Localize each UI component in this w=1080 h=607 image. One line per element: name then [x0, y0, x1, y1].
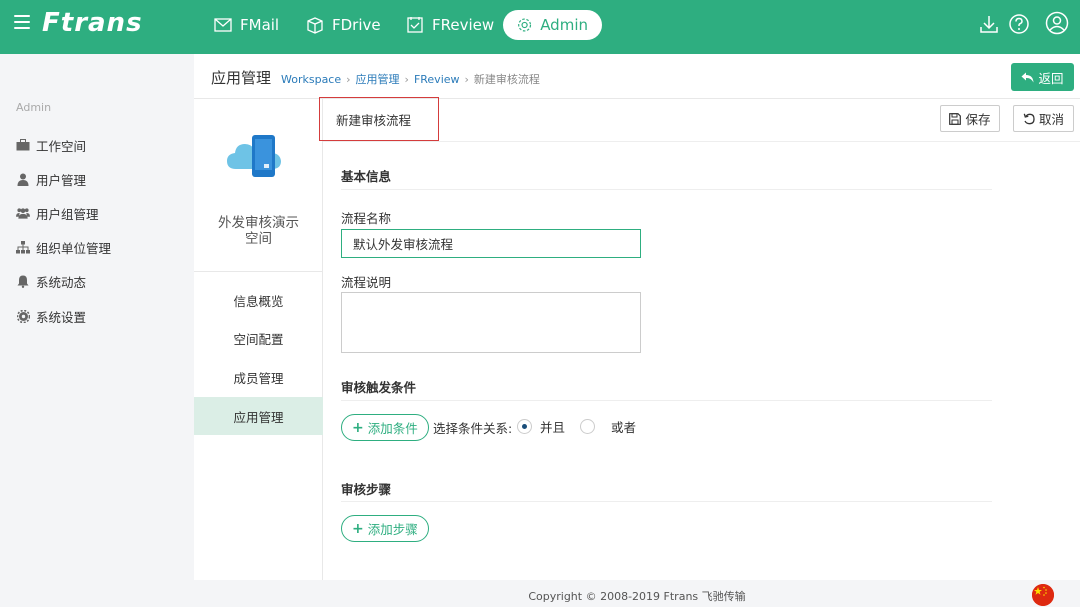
sidebar-item-label: 系统动态	[36, 274, 87, 290]
top-bar: Ftrans FMail FDrive FReview Admin	[0, 0, 1080, 54]
user-icon	[16, 172, 30, 186]
menu-icon[interactable]	[14, 15, 30, 29]
process-description-textarea[interactable]	[341, 292, 641, 353]
nav-freview-label: FReview	[432, 16, 495, 34]
back-button[interactable]: 返回	[1011, 63, 1074, 91]
nav-fmail-label: FMail	[240, 16, 280, 34]
sidebar-item-user-groups[interactable]: 用户组管理	[16, 203, 99, 223]
page-title: 应用管理	[211, 69, 272, 87]
section-trigger-conditions: 审核触发条件	[341, 380, 417, 395]
section-review-steps: 审核步骤	[341, 482, 392, 497]
divider	[341, 501, 992, 502]
sidebar: Admin 工作空间 用户管理 用户组管理 组织单位管理 系统动态 系统设置	[0, 54, 194, 607]
radio-or-label: 或者	[611, 420, 637, 435]
help-icon[interactable]	[1008, 13, 1030, 35]
user-icon[interactable]	[1045, 11, 1069, 35]
sidebar-item-label: 组织单位管理	[36, 240, 112, 256]
save-button[interactable]: 保存	[940, 105, 1000, 132]
sidebar-item-users[interactable]: 用户管理	[16, 169, 86, 189]
content-area: 外发审核演示 空间 信息概览 空间配置 成员管理 应用管理 新建审核流程 保存 …	[194, 97, 1080, 580]
sidebar-item-label: 工作空间	[36, 138, 87, 154]
chevron-right-icon: ›	[464, 72, 469, 86]
china-flag-icon[interactable]	[1032, 584, 1054, 606]
cancel-button-label: 取消	[1038, 112, 1064, 127]
form-title: 新建审核流程	[319, 97, 439, 141]
divider	[341, 400, 992, 401]
sidebar-item-system-activity[interactable]: 系统动态	[16, 271, 86, 291]
breadcrumb: Workspace › 应用管理 › FReview › 新建审核流程	[281, 71, 540, 87]
org-chart-icon	[16, 240, 30, 254]
divider	[194, 271, 323, 272]
sidebar-item-workspace[interactable]: 工作空间	[16, 135, 86, 155]
nav-admin[interactable]: Admin	[503, 10, 602, 40]
radio-and-circle	[517, 419, 532, 434]
gear-icon	[518, 18, 532, 32]
sidebar-item-label: 用户组管理	[36, 206, 99, 222]
app-logo[interactable]: Ftrans	[42, 8, 143, 38]
chevron-right-icon: ›	[346, 72, 351, 86]
users-icon	[16, 206, 30, 220]
radio-or[interactable]: 或者	[580, 417, 636, 436]
gear-icon	[16, 309, 30, 323]
divider	[323, 141, 1080, 142]
space-nav-overview[interactable]: 信息概览	[194, 281, 323, 319]
sidebar-heading: Admin	[16, 101, 52, 114]
process-name-input[interactable]: 默认外发审核流程	[341, 229, 641, 258]
divider	[341, 189, 992, 190]
sidebar-item-label: 用户管理	[36, 172, 87, 188]
chevron-right-icon: ›	[404, 72, 409, 86]
add-condition-button[interactable]: + 添加条件	[341, 414, 429, 441]
breadcrumb-current: 新建审核流程	[473, 73, 540, 86]
space-name-line1: 外发审核演示	[218, 215, 299, 231]
sidebar-item-label: 系统设置	[36, 309, 87, 325]
nav-fdrive[interactable]: FDrive	[292, 10, 395, 40]
main-header: 应用管理 Workspace › 应用管理 › FReview › 新建审核流程…	[194, 54, 1080, 99]
download-icon[interactable]	[978, 13, 1000, 35]
add-step-label: 添加步骤	[367, 522, 418, 537]
add-step-button[interactable]: + 添加步骤	[341, 515, 429, 542]
footer: Copyright © 2008-2019 Ftrans 飞驰传输	[194, 580, 1080, 607]
floppy-icon	[949, 112, 962, 125]
undo-icon	[1023, 113, 1035, 124]
cancel-button[interactable]: 取消	[1013, 105, 1074, 132]
section-basic-info: 基本信息	[341, 169, 392, 184]
nav-fmail[interactable]: FMail	[200, 10, 293, 40]
space-name-line2: 空间	[245, 231, 272, 247]
nav-freview[interactable]: FReview	[392, 10, 508, 40]
briefcase-icon	[16, 138, 30, 152]
space-nav-config[interactable]: 空间配置	[194, 319, 323, 357]
reply-icon	[1021, 72, 1034, 82]
condition-relation-label: 选择条件关系:	[433, 421, 513, 436]
plus-icon: +	[352, 419, 364, 436]
nav-fdrive-label: FDrive	[332, 16, 381, 34]
radio-and-label: 并且	[540, 420, 566, 435]
process-description-label: 流程说明	[341, 275, 392, 290]
radio-or-circle	[580, 419, 595, 434]
space-panel: 外发审核演示 空间 信息概览 空间配置 成员管理 应用管理	[194, 99, 323, 580]
add-condition-label: 添加条件	[367, 421, 418, 436]
breadcrumb-workspace[interactable]: Workspace	[281, 73, 341, 86]
bell-icon	[16, 274, 30, 288]
radio-and[interactable]: 并且	[517, 417, 565, 436]
copyright-text: Copyright © 2008-2019 Ftrans 飞驰传输	[528, 590, 746, 603]
box-icon	[307, 17, 323, 34]
nav-admin-label: Admin	[540, 16, 588, 34]
process-name-label: 流程名称	[341, 211, 392, 226]
save-button-label: 保存	[965, 112, 991, 127]
plus-icon: +	[352, 520, 364, 537]
breadcrumb-app-management[interactable]: 应用管理	[356, 71, 400, 87]
space-nav-app-management[interactable]: 应用管理	[194, 397, 323, 435]
sidebar-item-org-units[interactable]: 组织单位管理	[16, 237, 111, 257]
checklist-icon	[407, 17, 423, 33]
sidebar-item-system-settings[interactable]: 系统设置	[16, 306, 86, 326]
space-nav-members[interactable]: 成员管理	[194, 358, 323, 396]
cloud-phone-icon	[227, 135, 281, 177]
space-name: 外发审核演示 空间	[194, 215, 323, 247]
back-button-label: 返回	[1038, 70, 1064, 86]
breadcrumb-freview[interactable]: FReview	[414, 73, 460, 86]
mail-icon	[214, 18, 232, 32]
